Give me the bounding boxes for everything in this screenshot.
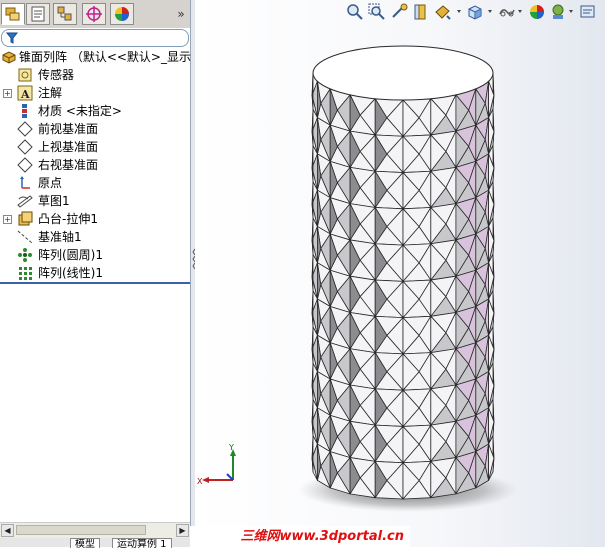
crosshair-icon [86, 6, 102, 22]
scroll-left-arrow[interactable]: ◀ [1, 524, 14, 537]
pyramid-facet-surface [311, 72, 495, 500]
linear-pattern-icon [19, 267, 32, 280]
extrude-icon [18, 211, 33, 226]
tree-divider [0, 282, 190, 284]
pyramid-facet [311, 435, 314, 473]
watermark-text: 三维网www.3dportal.cn [190, 526, 410, 547]
axis-icon [17, 230, 33, 244]
tree-item[interactable]: 传感器 [0, 66, 190, 84]
tab-feature-manager[interactable] [1, 3, 25, 25]
appearance-icon [115, 7, 129, 21]
sensor-icon [18, 68, 32, 82]
tree-item-label: 凸台-拉伸1 [38, 212, 98, 226]
tree-item-label: 阵列(线性)1 [38, 266, 103, 280]
sketch-icon [17, 195, 33, 208]
tree-item[interactable]: 前视基准面 [0, 120, 190, 138]
tree-item[interactable]: 草图1 [0, 192, 190, 210]
material-icon [22, 104, 27, 118]
tree-item-label: 上视基准面 [38, 140, 99, 154]
tree-item-label: 右视基准面 [38, 158, 99, 172]
pyramid-facet [311, 253, 314, 292]
tree-item-label: 原点 [38, 176, 63, 190]
feature-manager-panel: » 锥面列阵 （默认<<默认>_显示状 传感器 + A 注解材质 <未指定> 前视基准面… [0, 0, 203, 548]
filter-icon [5, 32, 19, 44]
tree-item[interactable]: 右视基准面 [0, 156, 190, 174]
tree-item-label: 草图1 [38, 194, 70, 208]
part-icon [2, 51, 16, 64]
tree-root-label: 锥面列阵 （默认<<默认>_显示状 [19, 50, 203, 64]
tree-item[interactable]: 上视基准面 [0, 138, 190, 156]
pyramid-facet [311, 362, 314, 400]
scroll-right-arrow[interactable]: ▶ [176, 524, 189, 537]
tree-item[interactable]: 阵列(圆周)1 [0, 246, 190, 264]
property-icon [31, 6, 45, 22]
reference-triad: Y X [197, 443, 236, 486]
pyramid-facet [311, 217, 314, 255]
bottom-tab-bar: 模型 运动算例 1 [0, 538, 190, 548]
plane-icon [17, 139, 33, 155]
pyramid-facet [311, 326, 314, 364]
plane-icon [17, 121, 33, 137]
tree-item[interactable]: 阵列(线性)1 [0, 264, 190, 282]
pyramid-facet [311, 181, 314, 219]
triad-y-label: Y [228, 443, 234, 452]
tab-dimxpert-manager[interactable] [82, 3, 106, 25]
tree-item-label: 传感器 [38, 68, 75, 82]
scroll-thumb[interactable] [16, 525, 146, 535]
svg-text:A: A [20, 88, 30, 101]
tree-item-label: 材质 <未指定> [38, 104, 122, 118]
expand-toggle[interactable]: + [3, 89, 12, 98]
tree-item[interactable]: 材质 <未指定> [0, 102, 190, 120]
tab-configuration-manager[interactable] [53, 3, 77, 25]
annotation-icon: A [17, 85, 33, 101]
configuration-icon [57, 6, 72, 21]
tree-item[interactable]: + A 注解 [0, 84, 190, 102]
tab-property-manager[interactable] [26, 3, 50, 25]
tree-item-label: 前视基准面 [38, 122, 99, 136]
tab-display-manager[interactable] [110, 3, 134, 25]
pyramid-facet [311, 145, 314, 183]
pyramid-facet [311, 399, 314, 437]
tree-item[interactable]: 原点 [0, 174, 190, 192]
graphics-viewport[interactable]: Y X [195, 0, 605, 547]
panel-expand-button[interactable]: » [174, 6, 188, 22]
triad-x-label: X [197, 477, 203, 486]
tree-horizontal-scrollbar[interactable]: ◀ ▶ [0, 522, 190, 538]
faceted-cylinder-model[interactable] [195, 0, 605, 547]
panel-tab-strip: » [0, 0, 190, 29]
pyramid-facet [311, 290, 314, 328]
tree-root[interactable]: 锥面列阵 （默认<<默认>_显示状 [0, 48, 203, 66]
model-top-face[interactable] [312, 45, 494, 101]
feature-tree-icon [5, 7, 20, 21]
pyramid-facet [311, 72, 314, 110]
feature-filter-input[interactable] [1, 29, 189, 47]
plane-icon [17, 157, 33, 173]
tree-item-label: 注解 [38, 86, 63, 100]
expand-toggle[interactable]: + [3, 215, 12, 224]
tree-item[interactable]: + 凸台-拉伸1 [0, 210, 190, 228]
tree-item-label: 阵列(圆周)1 [38, 248, 103, 262]
filter-row [0, 28, 190, 48]
tree-item[interactable]: 基准轴1 [0, 228, 190, 246]
circular-pattern-icon [18, 248, 32, 262]
pyramid-facet [311, 108, 314, 146]
origin-icon [20, 176, 30, 189]
tree-item-label: 基准轴1 [38, 230, 82, 244]
